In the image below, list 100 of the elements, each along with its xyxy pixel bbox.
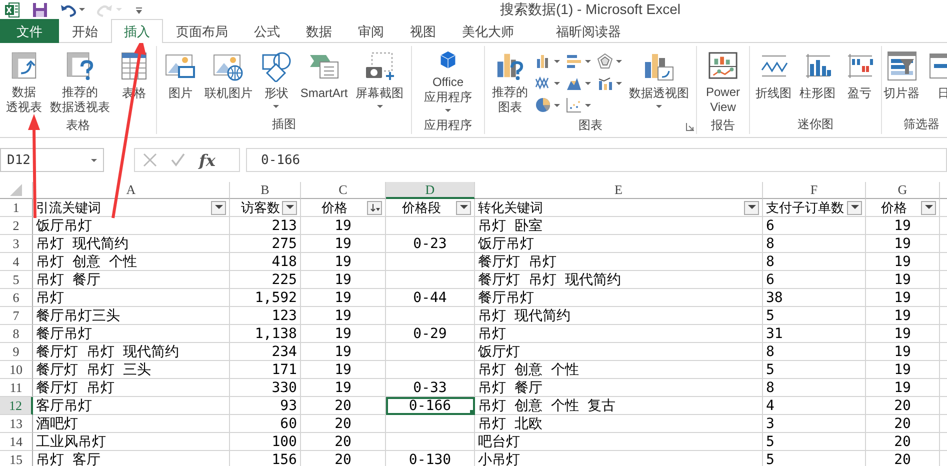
- ribbon-tab[interactable]: 审阅: [345, 19, 397, 43]
- table-cell: 餐厅灯 吊灯 三头: [33, 361, 230, 379]
- ribbon-button[interactable]: 图片: [161, 46, 200, 116]
- check-icon[interactable]: [171, 153, 185, 167]
- filter-button[interactable]: [847, 200, 862, 214]
- button-label: 图片: [168, 86, 192, 101]
- column-header[interactable]: E: [475, 182, 763, 199]
- row-header[interactable]: 7: [0, 307, 33, 325]
- ribbon-tab[interactable]: 视图: [397, 19, 449, 43]
- table-cell: 0-33: [386, 379, 475, 397]
- ribbon-button[interactable]: 联机图片: [201, 46, 256, 116]
- button-label: Office: [432, 75, 464, 90]
- table-cell: 19: [301, 343, 386, 361]
- filter-button[interactable]: [456, 200, 471, 214]
- table-cell: 19: [301, 271, 386, 289]
- table-cell: 吊灯 餐厅: [33, 271, 230, 289]
- table-cell: 20: [301, 451, 386, 466]
- ribbon-button[interactable]: 形状: [257, 46, 296, 116]
- table-cell: 234: [230, 343, 301, 361]
- row-header[interactable]: 11: [0, 379, 33, 397]
- column-header[interactable]: C: [301, 182, 386, 199]
- button-label: 数据透视表: [50, 100, 110, 115]
- ribbon-button[interactable]: 盈亏: [840, 46, 878, 116]
- filter-button[interactable]: [744, 200, 759, 214]
- table-cell: 小吊灯: [475, 451, 763, 466]
- table-cell: 0-44: [386, 289, 475, 307]
- ribbon-tab[interactable]: 公式: [241, 19, 293, 43]
- ribbon-tab[interactable]: 福昕阅读器: [543, 19, 634, 43]
- filter-button[interactable]: [211, 200, 226, 214]
- row-header[interactable]: 3: [0, 235, 33, 253]
- ribbon-button[interactable]: 推荐的 图表: [489, 46, 531, 117]
- row-header[interactable]: 1: [0, 199, 33, 217]
- table-cell: 吧台灯: [475, 433, 763, 451]
- ribbon-button[interactable]: 推荐的 数据透视表: [47, 46, 113, 117]
- group-label: 表格: [66, 118, 90, 132]
- table-cell: 19: [866, 361, 940, 379]
- table-cell: 330: [230, 379, 301, 397]
- table-cell: 饭厅吊灯: [475, 235, 763, 253]
- column-header[interactable]: F: [763, 182, 866, 199]
- column-header[interactable]: A: [33, 182, 230, 199]
- button-label: 图表: [498, 100, 522, 115]
- table-cell: 19: [866, 343, 940, 361]
- insert-function-button[interactable]: fx: [199, 150, 216, 170]
- filter-button[interactable]: [921, 200, 936, 214]
- table-cell: 5: [763, 451, 866, 466]
- ribbon-tab[interactable]: 开始: [59, 19, 111, 43]
- save-icon[interactable]: [32, 2, 48, 18]
- table-cell: 餐厅吊灯三头: [33, 307, 230, 325]
- row-header[interactable]: 5: [0, 271, 33, 289]
- name-box[interactable]: D12: [0, 148, 104, 172]
- table-cell: 19: [301, 289, 386, 307]
- table-cell: 饭厅吊灯: [33, 217, 230, 235]
- excel-logo-icon[interactable]: [4, 2, 20, 18]
- row-header[interactable]: 14: [0, 433, 33, 451]
- ribbon-button[interactable]: 数据 透视表: [3, 46, 45, 117]
- ribbon-tab[interactable]: 插入: [111, 19, 163, 43]
- table-cell: 餐厅灯 吊灯 现代简约: [33, 343, 230, 361]
- filter-button[interactable]: [282, 200, 297, 214]
- table-cell: 19: [301, 361, 386, 379]
- ribbon-button[interactable]: SmartArt: [297, 46, 351, 116]
- button-label: 应用程序: [424, 90, 472, 105]
- column-header[interactable]: G: [866, 182, 940, 199]
- row-header[interactable]: 4: [0, 253, 33, 271]
- formula-input[interactable]: 0-166: [246, 148, 947, 172]
- table-cell: 餐厅灯 吊灯 现代简约: [475, 271, 763, 289]
- ribbon-button[interactable]: 数据透视图: [626, 46, 692, 117]
- horizontal-bar-icon: [566, 53, 582, 69]
- table-cell: 5: [763, 307, 866, 325]
- ribbon-tab[interactable]: 页面布局: [163, 19, 241, 43]
- table-cell: 20: [866, 433, 940, 451]
- table-cell: 吊灯: [475, 325, 763, 343]
- row-header[interactable]: 2: [0, 217, 33, 235]
- table-cell: 8: [763, 379, 866, 397]
- row-header[interactable]: 13: [0, 415, 33, 433]
- row-header[interactable]: 9: [0, 343, 33, 361]
- filter-button[interactable]: [367, 200, 382, 214]
- table-cell: 吊灯 餐厅: [475, 379, 763, 397]
- button-label: 切片器: [884, 86, 920, 101]
- ribbon-button[interactable]: 切片器: [880, 46, 922, 116]
- column-header[interactable]: B: [230, 182, 301, 199]
- row-header[interactable]: 8: [0, 325, 33, 343]
- row-header[interactable]: 12: [0, 397, 33, 415]
- row-header[interactable]: 6: [0, 289, 33, 307]
- table-cell: 6: [763, 271, 866, 289]
- ribbon-button[interactable]: 屏幕截图: [352, 46, 407, 116]
- ribbon-button[interactable]: 柱形图: [796, 46, 838, 116]
- ribbon-tab[interactable]: 美化大师: [449, 19, 543, 43]
- ribbon-tab[interactable]: 数据: [293, 19, 345, 43]
- ribbon-button[interactable]: 折线图: [752, 46, 794, 116]
- file-tab[interactable]: 文件: [0, 19, 59, 43]
- table-cell: 38: [763, 289, 866, 307]
- table-cell: 0-130: [386, 451, 475, 466]
- caret-icon: [924, 205, 932, 210]
- row-header[interactable]: 10: [0, 361, 33, 379]
- column-header[interactable]: D: [386, 182, 475, 199]
- power-view-icon: [706, 50, 739, 81]
- group-label: 报告: [711, 118, 735, 132]
- ribbon-button[interactable]: Office 应用程序: [421, 46, 475, 117]
- dialog-launcher-icon[interactable]: [686, 123, 694, 131]
- ribbon-button[interactable]: Power View: [702, 46, 743, 117]
